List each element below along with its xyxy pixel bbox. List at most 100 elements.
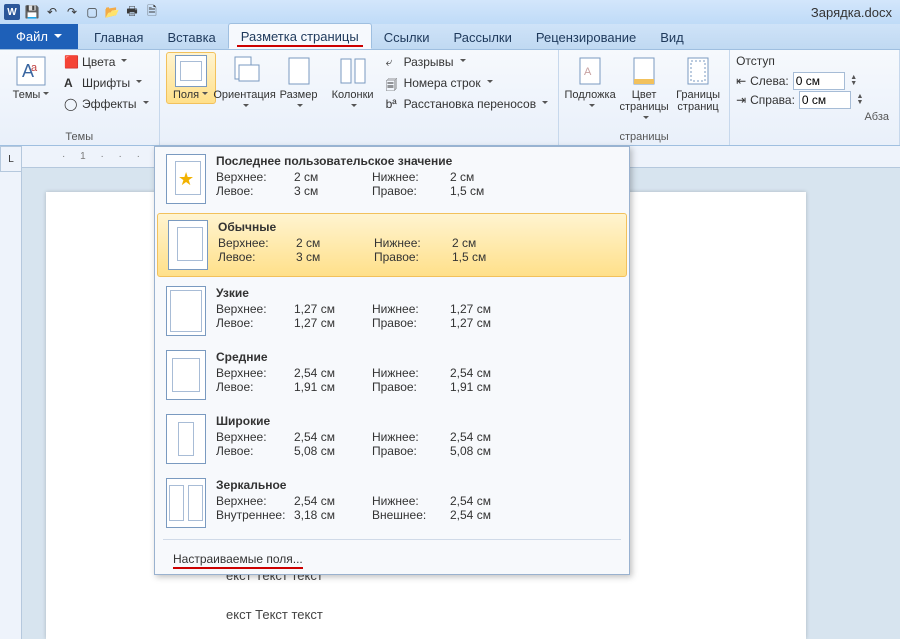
borders-icon [682, 55, 714, 87]
vertical-ruler[interactable] [0, 172, 22, 639]
margins-thumb-icon [166, 478, 206, 528]
hyphenation-button[interactable]: bª Расстановка переносов [382, 94, 553, 114]
highlight-underline [237, 45, 363, 47]
indent-left-spinner[interactable]: ▲▼ [849, 75, 859, 87]
page-borders-button[interactable]: Границы страниц [673, 52, 723, 116]
margins-thumb-icon [166, 414, 206, 464]
undo-icon[interactable]: ↶ [44, 4, 60, 20]
margins-option-3[interactable]: СредниеВерхнее:2,54 смНижнее:2,54 смЛево… [155, 343, 629, 407]
tab-insert[interactable]: Вставка [155, 25, 227, 49]
themes-button[interactable]: Aa Темы [6, 52, 56, 104]
margins-option-2[interactable]: УзкиеВерхнее:1,27 смНижнее:1,27 смЛевое:… [155, 279, 629, 343]
page-color-button[interactable]: Цвет страницы [619, 52, 669, 128]
margins-button[interactable]: Поля [166, 52, 216, 104]
line-numbers-label: Номера строк [404, 76, 481, 90]
doc-text-line: екст Текст текст [226, 607, 746, 622]
columns-button[interactable]: Колонки [328, 52, 378, 116]
group-bg-label: страницы [565, 129, 723, 145]
effects-icon: ◯ [64, 97, 78, 111]
watermark-button[interactable]: A Подложка [565, 52, 615, 116]
margins-option-title: Обычные [218, 220, 616, 234]
group-themes: Aa Темы 🟥 Цвета A Шрифты ◯ Эффекты Темы [0, 50, 160, 145]
effects-label: Эффекты [82, 97, 137, 111]
group-themes-label: Темы [6, 129, 153, 145]
margins-option-0[interactable]: Последнее пользовательское значениеВерхн… [155, 147, 629, 211]
group-page-setup: Поля Ориентация Размер Колонки ⤶Разрывы … [160, 50, 560, 145]
open-icon[interactable]: 📂 [104, 4, 120, 20]
orientation-button[interactable]: Ориентация [220, 52, 270, 116]
tab-review[interactable]: Рецензирование [524, 25, 648, 49]
page-color-icon [628, 55, 660, 87]
group-page-background: A Подложка Цвет страницы Границы страниц… [559, 50, 730, 145]
borders-label: Границы страниц [676, 89, 720, 113]
watermark-label: Подложка [564, 89, 615, 113]
document-title: Зарядка.docx [811, 5, 892, 20]
orientation-icon [229, 55, 261, 87]
hyphen-icon: bª [386, 97, 400, 111]
tab-references[interactable]: Ссылки [372, 25, 442, 49]
fonts-icon: A [64, 76, 78, 90]
theme-colors-button[interactable]: 🟥 Цвета [60, 52, 153, 72]
word-app-icon: W [4, 4, 20, 20]
tab-view[interactable]: Вид [648, 25, 696, 49]
line-numbers-button[interactable]: 🗐 Номера строк [382, 73, 553, 93]
ruler-corner: L [0, 146, 22, 172]
margins-option-data: УзкиеВерхнее:1,27 смНижнее:1,27 смЛевое:… [216, 286, 618, 336]
title-bar: W 💾 ↶ ↷ ▢ 📂 🖶 🗎 Зарядка.docx [0, 0, 900, 24]
custom-margins-label: Настраиваемые поля... [173, 552, 303, 569]
print-icon[interactable]: 🖶 [124, 4, 140, 20]
size-label: Размер [277, 89, 321, 113]
preview-icon[interactable]: 🗎 [144, 4, 160, 20]
indent-right-row: ⇥ Справа: ▲▼ [736, 91, 893, 109]
line-numbers-icon: 🗐 [386, 76, 400, 90]
margins-option-4[interactable]: ШирокиеВерхнее:2,54 смНижнее:2,54 смЛево… [155, 407, 629, 471]
custom-margins-button[interactable]: Настраиваемые поля... [155, 544, 629, 574]
margins-thumb-icon [168, 220, 208, 270]
margins-option-data: Последнее пользовательское значениеВерхн… [216, 154, 618, 204]
tab-page-layout[interactable]: Разметка страницы [228, 23, 372, 49]
svg-text:a: a [31, 62, 38, 74]
group-para-label: Абза [736, 109, 893, 125]
breaks-label: Разрывы [404, 55, 454, 69]
tab-mailings[interactable]: Рассылки [442, 25, 524, 49]
page-color-label: Цвет страницы [619, 89, 668, 125]
orientation-label: Ориентация [213, 89, 275, 113]
tab-file[interactable]: Файл [0, 24, 78, 49]
margins-gallery: Последнее пользовательское значениеВерхн… [154, 146, 630, 575]
fonts-label: Шрифты [82, 76, 130, 90]
colors-label: Цвета [82, 55, 115, 69]
margins-thumb-icon [166, 286, 206, 336]
margins-thumb-icon [166, 154, 206, 204]
columns-label: Колонки [331, 89, 375, 113]
indent-right-label: Справа: [750, 93, 795, 107]
breaks-icon: ⤶ [386, 55, 400, 69]
margins-option-title: Узкие [216, 286, 618, 300]
ribbon-tabs: Файл Главная Вставка Разметка страницы С… [0, 24, 900, 50]
indent-right-input[interactable] [799, 91, 851, 109]
theme-effects-button[interactable]: ◯ Эффекты [60, 94, 153, 114]
margins-option-data: ОбычныеВерхнее:2 смНижнее:2 смЛевое:3 см… [218, 220, 616, 270]
svg-text:A: A [584, 66, 592, 78]
size-button[interactable]: Размер [274, 52, 324, 116]
breaks-button[interactable]: ⤶ Разрывы [382, 52, 553, 72]
margins-option-5[interactable]: ЗеркальноеВерхнее:2,54 смНижнее:2,54 смВ… [155, 471, 629, 535]
hyphen-label: Расстановка переносов [404, 97, 537, 111]
redo-icon[interactable]: ↷ [64, 4, 80, 20]
colors-icon: 🟥 [64, 55, 78, 69]
ribbon: Aa Темы 🟥 Цвета A Шрифты ◯ Эффекты Темы Пол… [0, 50, 900, 146]
new-icon[interactable]: ▢ [84, 4, 100, 20]
indent-left-input[interactable] [793, 72, 845, 90]
margins-option-1[interactable]: ОбычныеВерхнее:2 смНижнее:2 смЛевое:3 см… [157, 213, 627, 277]
size-icon [283, 55, 315, 87]
indent-left-label: Слева: [750, 74, 789, 88]
margins-option-data: СредниеВерхнее:2,54 смНижнее:2,54 смЛево… [216, 350, 618, 400]
group-indent: Отступ ⇤ Слева: ▲▼ ⇥ Справа: ▲▼ Абза [730, 50, 900, 145]
watermark-icon: A [574, 55, 606, 87]
indent-right-spinner[interactable]: ▲▼ [855, 94, 865, 106]
save-icon[interactable]: 💾 [24, 4, 40, 20]
themes-label: Темы [13, 89, 50, 101]
theme-fonts-button[interactable]: A Шрифты [60, 73, 153, 93]
margins-icon [175, 55, 207, 87]
quick-access-toolbar: 💾 ↶ ↷ ▢ 📂 🖶 🗎 [24, 4, 160, 20]
tab-home[interactable]: Главная [82, 25, 155, 49]
